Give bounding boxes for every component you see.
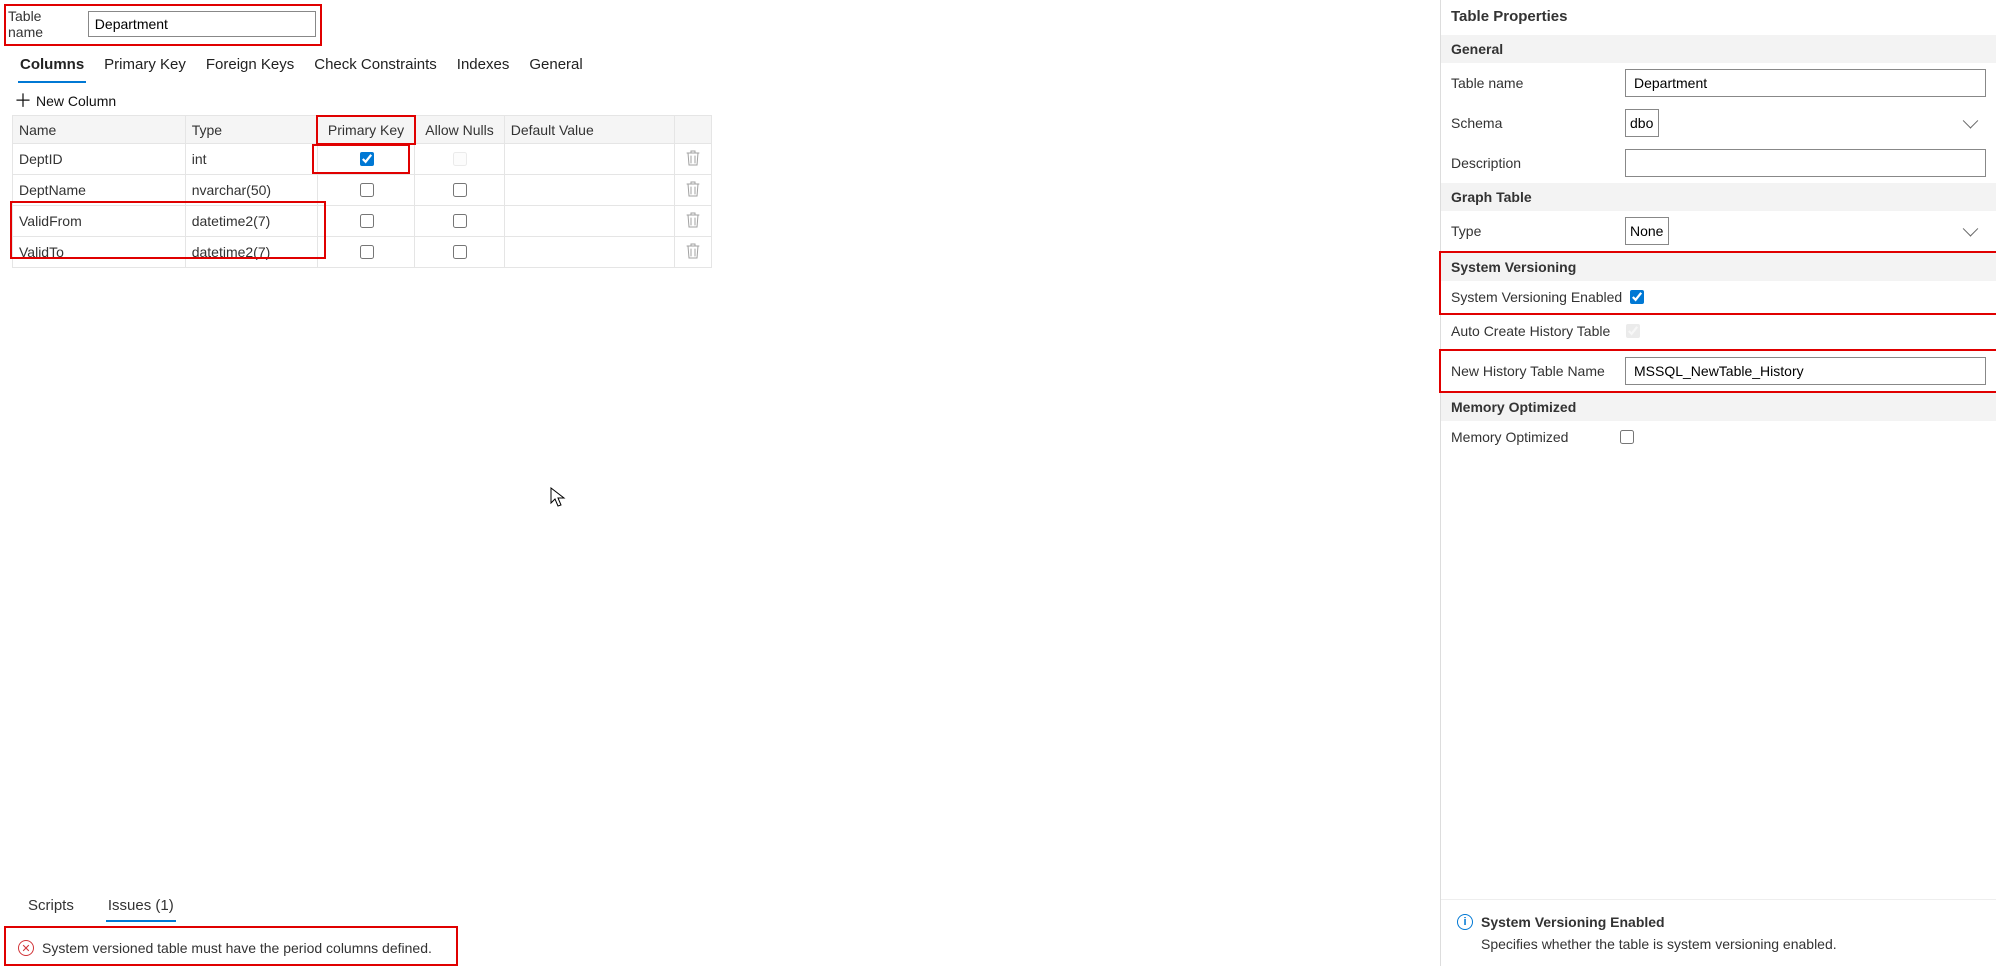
- section-system-versioning: System Versioning: [1441, 253, 1996, 281]
- pk-checkbox[interactable]: [360, 183, 374, 197]
- table-row[interactable]: ValidTodatetime2(7): [13, 237, 712, 268]
- delete-row-icon[interactable]: [686, 153, 700, 169]
- prop-description-input[interactable]: [1625, 149, 1986, 177]
- delete-row-icon[interactable]: [686, 246, 700, 262]
- pk-checkbox[interactable]: [360, 245, 374, 259]
- allow-nulls-checkbox[interactable]: [453, 245, 467, 259]
- prop-type-select[interactable]: None: [1625, 217, 1669, 245]
- table-row[interactable]: DeptNamenvarchar(50): [13, 175, 712, 206]
- table-name-input[interactable]: [88, 11, 316, 37]
- col-header-name[interactable]: Name: [13, 116, 186, 144]
- pk-checkbox[interactable]: [360, 214, 374, 228]
- columns-grid: Name Type Primary Key Allow Nulls Defaul…: [12, 115, 712, 268]
- issue-text: System versioned table must have the per…: [42, 940, 432, 956]
- designer-tabs: Columns Primary Key Foreign Keys Check C…: [4, 46, 1440, 83]
- col-header-allow-nulls[interactable]: Allow Nulls: [415, 116, 504, 144]
- prop-label-description: Description: [1451, 155, 1617, 171]
- cell-default-value[interactable]: [504, 237, 675, 268]
- plus-icon: ＋: [14, 94, 32, 108]
- cell-name[interactable]: DeptName: [13, 175, 186, 206]
- help-panel: i System Versioning Enabled Specifies wh…: [1441, 899, 1996, 966]
- tab-check-constraints[interactable]: Check Constraints: [312, 50, 439, 83]
- info-icon: i: [1457, 914, 1473, 930]
- tab-primary-key[interactable]: Primary Key: [102, 50, 188, 83]
- issue-row[interactable]: ✕ System versioned table must have the p…: [10, 932, 456, 964]
- cell-type[interactable]: datetime2(7): [185, 206, 317, 237]
- cell-type[interactable]: datetime2(7): [185, 237, 317, 268]
- prop-label-auto-create-history: Auto Create History Table: [1451, 323, 1610, 339]
- table-row[interactable]: ValidFromdatetime2(7): [13, 206, 712, 237]
- help-title: System Versioning Enabled: [1481, 914, 1665, 930]
- tab-columns[interactable]: Columns: [18, 50, 86, 83]
- prop-label-schema: Schema: [1451, 115, 1617, 131]
- cell-name[interactable]: ValidTo: [13, 237, 186, 268]
- allow-nulls-checkbox: [453, 152, 467, 166]
- prop-label-memory-optimized: Memory Optimized: [1451, 429, 1568, 445]
- prop-label-type: Type: [1451, 223, 1617, 239]
- pk-checkbox[interactable]: [360, 152, 374, 166]
- cell-default-value[interactable]: [504, 206, 675, 237]
- tab-foreign-keys[interactable]: Foreign Keys: [204, 50, 296, 83]
- prop-label-sv-enabled: System Versioning Enabled: [1451, 289, 1622, 305]
- prop-label-history-table-name: New History Table Name: [1451, 363, 1617, 379]
- col-header-type[interactable]: Type: [185, 116, 317, 144]
- cell-type[interactable]: int: [185, 144, 317, 175]
- cell-name[interactable]: ValidFrom: [13, 206, 186, 237]
- properties-title: Table Properties: [1441, 0, 1996, 35]
- prop-table-name-input[interactable]: [1625, 69, 1986, 97]
- col-header-default-value[interactable]: Default Value: [504, 116, 675, 144]
- cell-name[interactable]: DeptID: [13, 144, 186, 175]
- delete-row-icon[interactable]: [686, 184, 700, 200]
- col-header-primary-key[interactable]: Primary Key: [317, 116, 415, 144]
- tab-scripts[interactable]: Scripts: [26, 893, 76, 922]
- section-general: General: [1441, 35, 1996, 63]
- section-graph-table: Graph Table: [1441, 183, 1996, 211]
- cell-default-value[interactable]: [504, 144, 675, 175]
- table-row[interactable]: DeptIDint: [13, 144, 712, 175]
- sv-enabled-checkbox[interactable]: [1630, 290, 1644, 304]
- auto-create-history-checkbox: [1626, 324, 1640, 338]
- new-column-button[interactable]: ＋ New Column: [4, 83, 1440, 115]
- cell-type[interactable]: nvarchar(50): [185, 175, 317, 206]
- prop-schema-select[interactable]: dbo: [1625, 109, 1659, 137]
- memory-optimized-checkbox[interactable]: [1620, 430, 1634, 444]
- tab-issues[interactable]: Issues (1): [106, 893, 176, 922]
- help-body: Specifies whether the table is system ve…: [1457, 936, 1980, 952]
- history-table-name-input[interactable]: [1625, 357, 1986, 385]
- section-memory-optimized: Memory Optimized: [1441, 393, 1996, 421]
- tab-indexes[interactable]: Indexes: [455, 50, 512, 83]
- delete-row-icon[interactable]: [686, 215, 700, 231]
- allow-nulls-checkbox[interactable]: [453, 183, 467, 197]
- tab-general[interactable]: General: [527, 50, 584, 83]
- prop-label-table-name: Table name: [1451, 75, 1617, 91]
- table-name-label: Table name: [8, 8, 80, 40]
- error-icon: ✕: [18, 940, 34, 956]
- new-column-label: New Column: [36, 93, 116, 109]
- allow-nulls-checkbox[interactable]: [453, 214, 467, 228]
- cell-default-value[interactable]: [504, 175, 675, 206]
- mouse-cursor-icon: [550, 487, 566, 509]
